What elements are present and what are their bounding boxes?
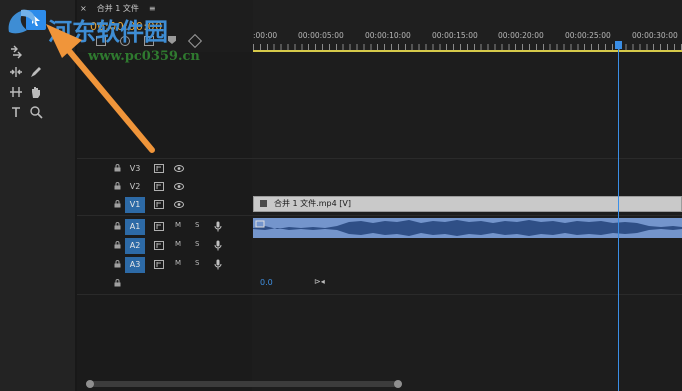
eye-icon[interactable] (174, 164, 184, 173)
ripple-edit-tool-icon[interactable] (6, 62, 26, 82)
track-header-a3: A3 M S (77, 256, 252, 274)
lock-icon[interactable] (114, 260, 121, 268)
mute-button[interactable]: M (175, 259, 181, 267)
slip-tool-icon[interactable] (6, 82, 26, 102)
solo-button[interactable]: S (195, 221, 199, 229)
ruler-label: 00:00:05:00 (298, 31, 344, 40)
track-header-master: 0.0 ⊳◂ (77, 275, 325, 293)
sync-lock-icon[interactable] (154, 164, 164, 173)
scrollbar-right-handle[interactable] (394, 380, 402, 388)
microphone-icon[interactable] (214, 221, 222, 232)
lock-icon[interactable] (114, 279, 121, 287)
sync-lock-icon[interactable] (154, 222, 164, 231)
watermark-url: www.pc0359.cn (88, 49, 200, 64)
lock-icon[interactable] (114, 241, 121, 249)
sync-lock-icon[interactable] (154, 200, 164, 209)
watermark-logo (8, 9, 36, 34)
add-marker-icon[interactable] (168, 36, 176, 44)
video-clip-label: 合并 1 文件.mp4 [V] (274, 199, 351, 208)
watermark-text: 河东软件园 (48, 17, 168, 46)
track-target-a2[interactable]: A2 (125, 238, 145, 254)
ruler-label: 00:00:30:00 (632, 31, 678, 40)
lock-icon[interactable] (114, 222, 121, 230)
track-header-v1: V1 (77, 196, 252, 214)
eye-icon[interactable] (174, 182, 184, 191)
microphone-icon[interactable] (214, 259, 222, 270)
fx-badge-icon (260, 200, 267, 207)
sync-lock-icon[interactable] (154, 241, 164, 250)
track-divider (77, 215, 682, 216)
tools-panel (0, 0, 75, 391)
playhead-handle[interactable] (615, 41, 622, 49)
playhead-line[interactable] (618, 49, 619, 391)
sync-lock-icon[interactable] (154, 182, 164, 191)
ruler-label: 00:00:25:00 (565, 31, 611, 40)
mute-button[interactable]: M (175, 221, 181, 229)
track-target-v3[interactable]: V3 (125, 161, 145, 177)
lock-icon[interactable] (114, 182, 121, 190)
track-select-tool-icon[interactable] (6, 42, 26, 62)
track-header-a2: A2 M S (77, 237, 252, 255)
scrollbar-left-handle[interactable] (86, 380, 94, 388)
ruler-label: 00:00:20:00 (498, 31, 544, 40)
solo-button[interactable]: S (195, 259, 199, 267)
master-volume-value[interactable]: 0.0 (260, 278, 273, 287)
track-header-v3: V3 (77, 160, 252, 178)
mute-button[interactable]: M (175, 240, 181, 248)
track-header-v2: V2 (77, 178, 252, 196)
horizontal-zoom-scrollbar[interactable] (86, 380, 402, 388)
hand-tool-icon[interactable] (26, 82, 46, 102)
solo-button[interactable]: S (195, 240, 199, 248)
lock-icon[interactable] (114, 164, 121, 172)
track-target-a3[interactable]: A3 (125, 257, 145, 273)
go-to-end-icon[interactable]: ⊳◂ (314, 277, 325, 286)
pen-tool-icon[interactable] (26, 62, 46, 82)
track-target-a1[interactable]: A1 (125, 219, 145, 235)
zoom-tool-icon[interactable] (26, 102, 46, 122)
sync-lock-icon[interactable] (154, 260, 164, 269)
ruler-label: :00:00 (253, 31, 278, 40)
track-target-v2[interactable]: V2 (125, 179, 145, 195)
track-target-v1[interactable]: V1 (125, 197, 145, 213)
ruler-label: 00:00:10:00 (365, 31, 411, 40)
track-divider (77, 294, 682, 295)
settings-icon[interactable] (187, 33, 203, 49)
lock-icon[interactable] (114, 200, 121, 208)
track-divider (77, 158, 682, 159)
track-header-a1: A1 M S (77, 218, 252, 236)
microphone-icon[interactable] (214, 240, 222, 251)
eye-icon[interactable] (174, 200, 184, 209)
ruler-label: 00:00:15:00 (432, 31, 478, 40)
type-tool-icon[interactable] (6, 102, 26, 122)
